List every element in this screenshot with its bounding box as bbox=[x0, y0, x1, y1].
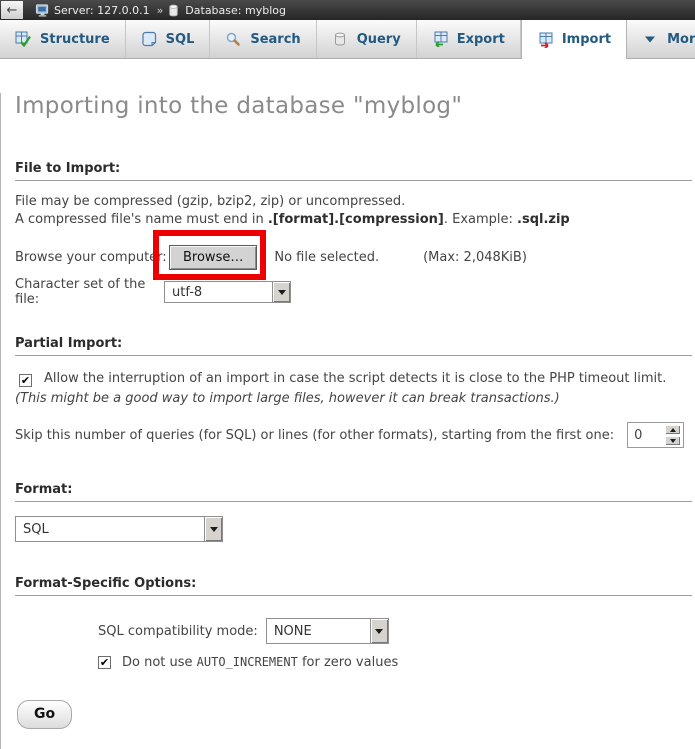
spinner-up-button[interactable] bbox=[665, 425, 680, 434]
tab-import[interactable]: Import bbox=[521, 20, 627, 59]
browse-row: Browse your computer: Browse… No file se… bbox=[15, 244, 695, 270]
check-icon: ✔ bbox=[100, 657, 109, 668]
charset-row: Character set of the file: utf-8 bbox=[15, 280, 695, 304]
browse-button[interactable]: Browse… bbox=[169, 245, 257, 270]
structure-icon bbox=[15, 31, 31, 47]
charset-select-value: utf-8 bbox=[165, 282, 272, 302]
skip-queries-label: Skip this number of queries (for SQL) or… bbox=[15, 428, 614, 443]
sql-compatibility-value: NONE bbox=[267, 619, 370, 643]
chevron-down-icon bbox=[642, 31, 658, 47]
main-content: Importing into the database "myblog" Fil… bbox=[0, 93, 695, 749]
no-file-selected-text: No file selected. bbox=[274, 250, 379, 265]
tab-structure[interactable]: Structure bbox=[0, 20, 126, 58]
skip-queries-input[interactable]: 0 bbox=[627, 422, 684, 448]
tab-sql[interactable]: SQL bbox=[126, 20, 211, 58]
tab-label: Search bbox=[250, 32, 300, 47]
tab-bar: Structure SQL Search Query Export Import… bbox=[0, 20, 695, 59]
section-heading-format-specific: Format-Specific Options: bbox=[15, 576, 692, 596]
sql-compatibility-select[interactable]: NONE bbox=[266, 618, 389, 644]
format-select-value: SQL bbox=[16, 517, 204, 541]
import-icon bbox=[537, 32, 553, 48]
tab-label: Export bbox=[457, 32, 505, 47]
allow-interruption-note: (This might be a good way to import larg… bbox=[15, 391, 560, 406]
back-arrow-icon: ← bbox=[7, 4, 18, 17]
tab-export[interactable]: Export bbox=[417, 20, 521, 58]
charset-select[interactable]: utf-8 bbox=[164, 281, 291, 303]
auto-increment-label: Do not use AUTO_INCREMENT for zero value… bbox=[122, 655, 398, 670]
search-icon bbox=[225, 31, 241, 47]
number-spinner bbox=[665, 425, 680, 445]
tab-label: More bbox=[667, 32, 695, 47]
compression-note: File may be compressed (gzip, bzip2, zip… bbox=[15, 193, 677, 229]
export-icon bbox=[432, 31, 448, 47]
dropdown-arrow-icon[interactable] bbox=[204, 517, 222, 541]
allow-interruption-label: Allow the interruption of an import in c… bbox=[44, 371, 666, 386]
spinner-down-button[interactable] bbox=[665, 436, 680, 445]
section-heading-partial-import: Partial Import: bbox=[15, 336, 692, 356]
dropdown-arrow-icon[interactable] bbox=[272, 282, 290, 302]
query-icon bbox=[332, 31, 348, 47]
back-arrow-button[interactable]: ← bbox=[1, 1, 23, 19]
sql-compatibility-row: SQL compatibility mode: NONE bbox=[98, 618, 695, 644]
format-select[interactable]: SQL bbox=[15, 516, 223, 542]
sql-compatibility-label: SQL compatibility mode: bbox=[98, 624, 258, 639]
browse-label: Browse your computer: bbox=[15, 250, 169, 265]
skip-queries-row: Skip this number of queries (for SQL) or… bbox=[15, 422, 695, 448]
tab-more[interactable]: More bbox=[627, 20, 695, 58]
server-icon bbox=[35, 3, 50, 18]
tab-label: SQL bbox=[166, 32, 195, 47]
database-icon bbox=[166, 3, 181, 18]
tab-query[interactable]: Query bbox=[317, 20, 417, 58]
page-title: Importing into the database "myblog" bbox=[15, 93, 695, 119]
tab-label: Query bbox=[357, 32, 401, 47]
check-icon: ✔ bbox=[21, 375, 30, 386]
breadcrumb-server[interactable]: Server: 127.0.0.1 bbox=[54, 4, 150, 17]
allow-interruption-checkbox[interactable]: ✔ bbox=[19, 374, 32, 387]
tab-label: Structure bbox=[40, 32, 110, 47]
tab-search[interactable]: Search bbox=[210, 20, 316, 58]
dropdown-arrow-icon[interactable] bbox=[370, 619, 388, 643]
max-size-text: (Max: 2,048KiB) bbox=[423, 250, 527, 265]
breadcrumb-bar: ← Server: 127.0.0.1 » Database: myblog bbox=[0, 0, 695, 20]
tab-label: Import bbox=[562, 32, 611, 47]
go-button[interactable]: Go bbox=[17, 700, 72, 729]
skip-queries-value: 0 bbox=[634, 428, 642, 443]
section-heading-file-to-import: File to Import: bbox=[15, 161, 692, 181]
section-heading-format: Format: bbox=[15, 482, 692, 502]
allow-interruption-row: ✔ Allow the interruption of an import in … bbox=[15, 369, 679, 408]
breadcrumb-database[interactable]: Database: myblog bbox=[185, 4, 286, 17]
auto-increment-row: ✔ Do not use AUTO_INCREMENT for zero val… bbox=[98, 655, 695, 670]
charset-label: Character set of the file: bbox=[15, 277, 164, 307]
breadcrumb-separator: » bbox=[157, 4, 164, 17]
sql-icon bbox=[141, 31, 157, 47]
auto-increment-checkbox[interactable]: ✔ bbox=[98, 656, 111, 669]
